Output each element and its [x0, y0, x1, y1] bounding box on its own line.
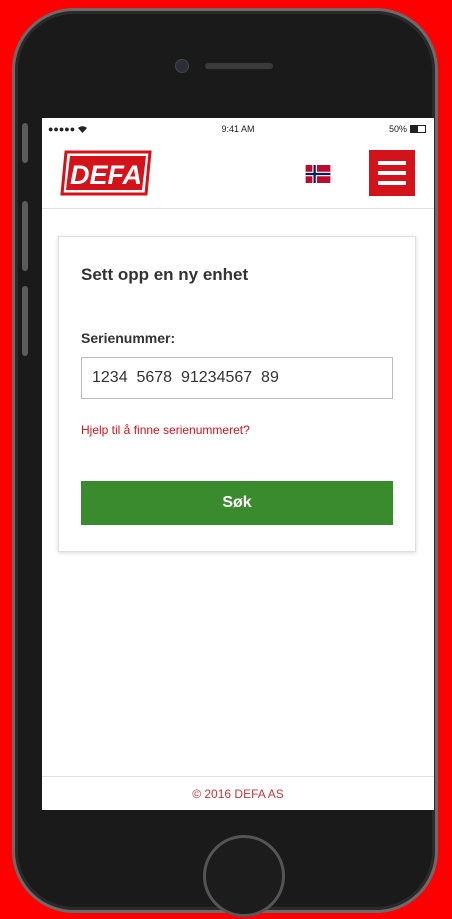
hamburger-menu-button[interactable] — [369, 150, 415, 196]
battery-percent: 50% — [388, 124, 407, 134]
home-button[interactable] — [203, 835, 285, 917]
defa-logo[interactable]: DEFA — [60, 150, 152, 196]
volume-down-button — [22, 286, 28, 356]
earpiece-speaker — [205, 63, 273, 69]
front-camera — [175, 59, 189, 73]
footer-copyright: © 2016 DEFA AS — [42, 776, 434, 810]
battery-fill — [411, 126, 418, 132]
serial-help-link[interactable]: Hjelp til å finne serienummeret? — [81, 423, 250, 437]
page-title: Sett opp en ny enhet — [81, 265, 249, 284]
norway-flag-icon[interactable] — [305, 165, 331, 183]
serial-number-label: Serienummer: — [81, 330, 176, 346]
app-header: DEFA — [42, 140, 434, 209]
status-time: 9:41 AM — [221, 124, 255, 134]
battery-icon — [410, 125, 426, 133]
hamburger-menu-icon — [378, 161, 406, 165]
mute-switch — [22, 123, 28, 163]
phone-screen: ●●●●● 9:41 AM 50% DEFA Sett opp en ny en… — [42, 118, 434, 810]
logo-text: DEFA — [70, 160, 142, 190]
battery-indicator: 50% — [389, 124, 426, 134]
setup-device-card: Sett opp en ny enhet Serienummer: Hjelp … — [58, 236, 416, 552]
volume-up-button — [22, 201, 28, 271]
search-button[interactable]: Søk — [81, 481, 393, 525]
status-bar: ●●●●● 9:41 AM 50% — [42, 118, 434, 140]
serial-number-input[interactable] — [81, 357, 393, 399]
hamburger-menu-icon-bar — [378, 181, 406, 185]
hamburger-menu-icon-bar — [378, 171, 406, 175]
